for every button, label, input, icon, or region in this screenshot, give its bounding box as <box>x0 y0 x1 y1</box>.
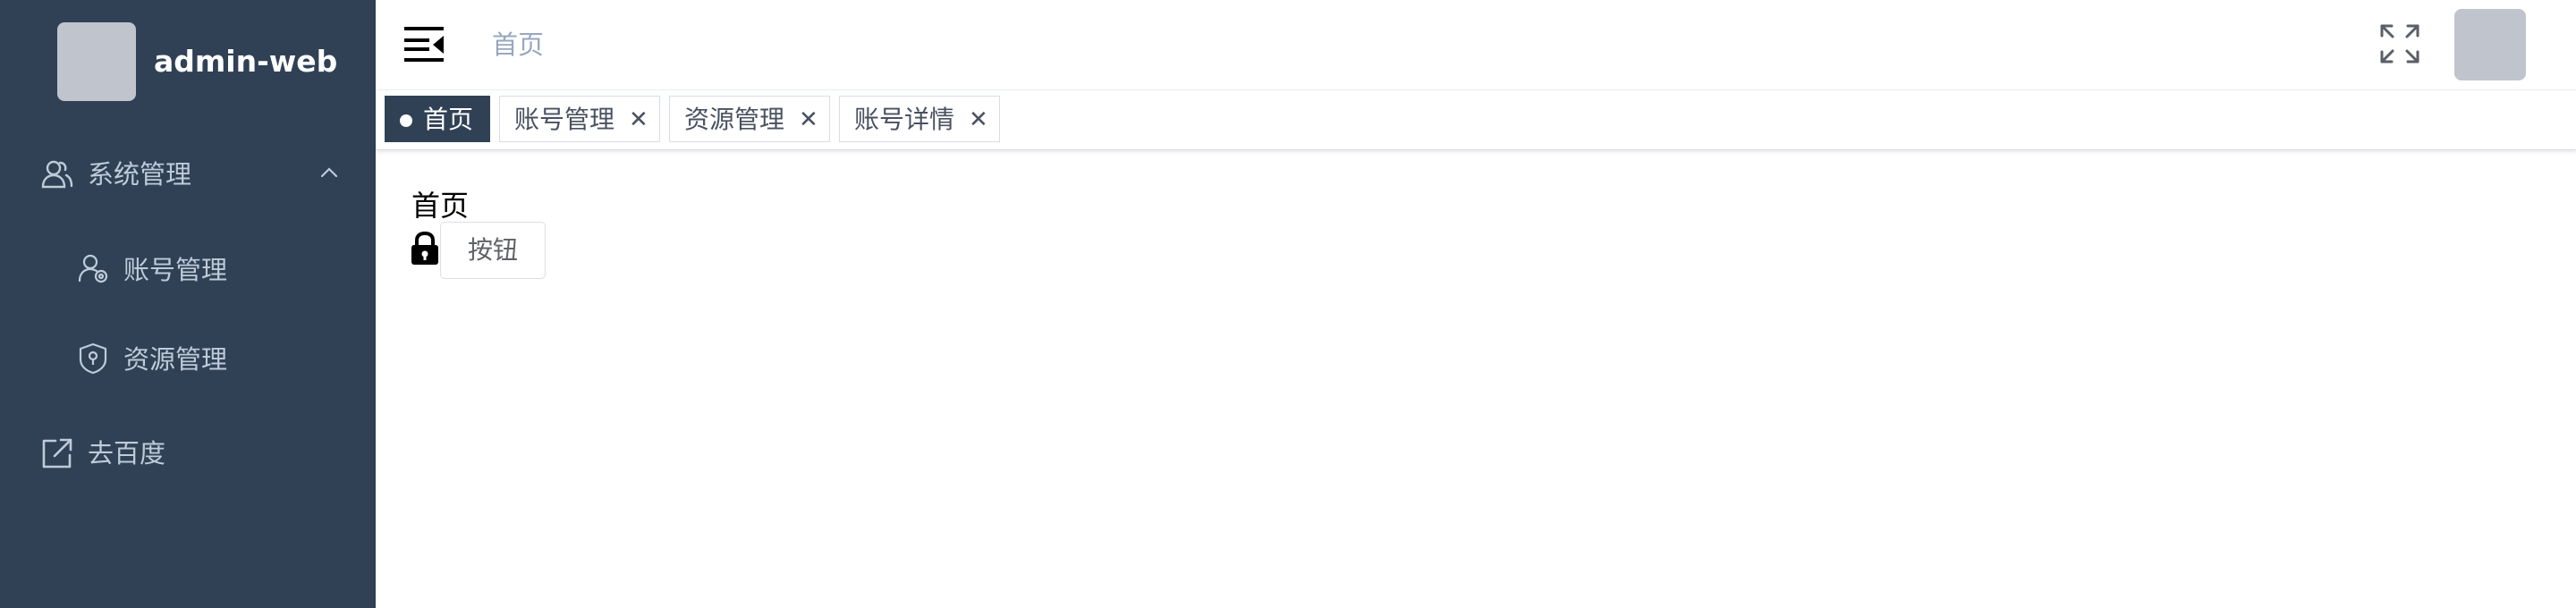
lock-icon <box>410 231 440 269</box>
page-title: 首页 <box>411 189 470 223</box>
user-settings-icon <box>77 252 109 288</box>
sidebar-logo[interactable]: admin-web <box>0 0 376 123</box>
external-link-icon <box>39 435 75 475</box>
hamburger-menu-icon[interactable] <box>404 25 445 66</box>
tag-account-management[interactable]: 账号管理 ✕ <box>499 96 660 142</box>
tag-home[interactable]: 首页 <box>385 96 490 142</box>
close-icon[interactable]: ✕ <box>629 97 648 143</box>
sidebar-item-label: 去百度 <box>88 438 166 469</box>
chevron-up-icon <box>318 162 340 187</box>
logo-image <box>57 22 136 101</box>
sidebar-item-label: 账号管理 <box>123 255 228 285</box>
fullscreen-icon[interactable] <box>2379 23 2420 68</box>
sidebar-item-resource-management[interactable]: 资源管理 <box>0 313 376 402</box>
sidebar-item-label: 资源管理 <box>123 344 228 375</box>
sidebar: admin-web 系统管理 账号管理 资源管理 去百度 <box>0 0 376 608</box>
shield-icon <box>77 342 109 379</box>
sidebar-item-system-management[interactable]: 系统管理 <box>0 130 376 219</box>
sidebar-item-account-management[interactable]: 账号管理 <box>0 224 376 313</box>
app-title: admin-web <box>154 44 338 79</box>
sidebar-item-label: 系统管理 <box>88 159 192 190</box>
active-dot-icon <box>400 114 412 127</box>
sidebar-item-go-baidu[interactable]: 去百度 <box>0 407 376 496</box>
tag-account-detail[interactable]: 账号详情 ✕ <box>839 96 1000 142</box>
user-group-icon <box>39 156 75 196</box>
close-icon[interactable]: ✕ <box>799 97 818 143</box>
close-icon[interactable]: ✕ <box>969 97 988 143</box>
navbar: 首页 <box>376 0 2576 90</box>
tag-resource-management[interactable]: 资源管理 ✕ <box>669 96 830 142</box>
action-button[interactable]: 按钮 <box>440 222 546 279</box>
breadcrumb: 首页 <box>492 30 545 60</box>
avatar[interactable] <box>2454 9 2526 80</box>
tags-view: 首页 账号管理 ✕ 资源管理 ✕ 账号详情 ✕ <box>376 90 2576 150</box>
